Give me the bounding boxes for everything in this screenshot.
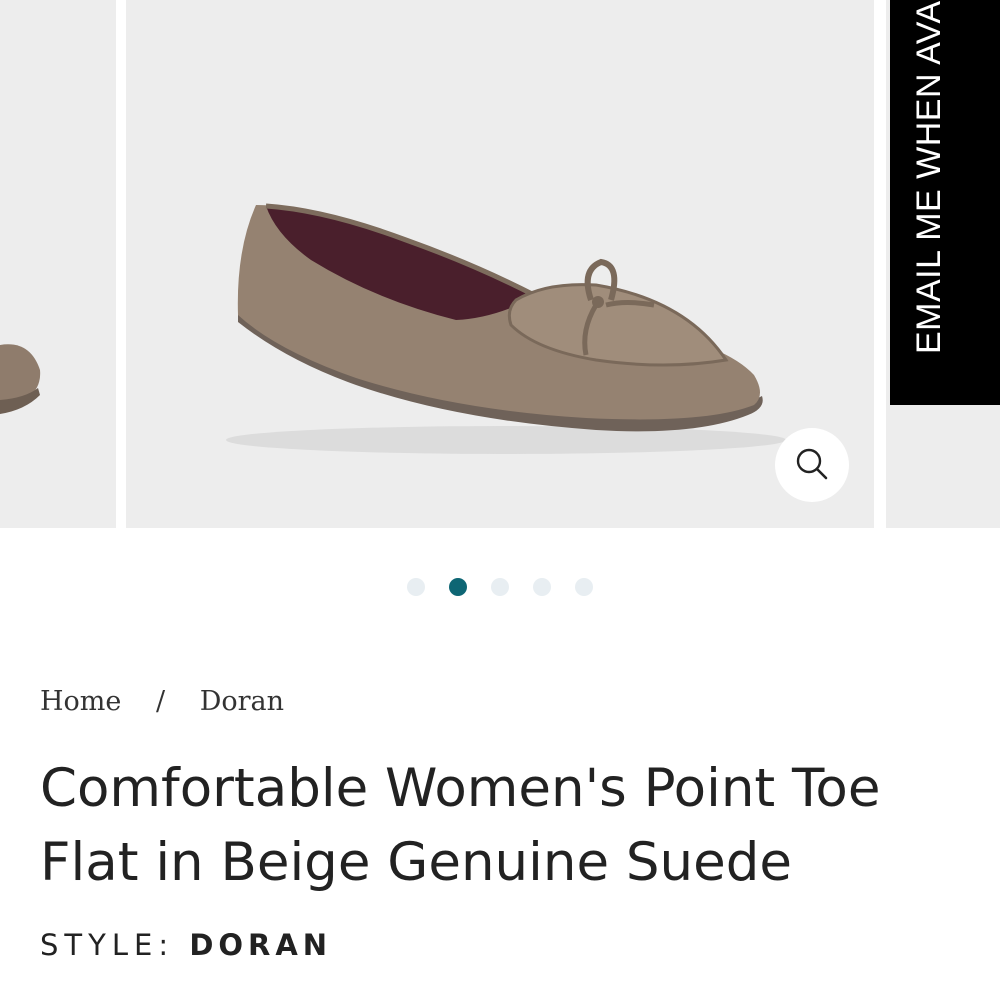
shoe-image-partial [0, 344, 41, 414]
breadcrumb: Home / Doran [40, 686, 284, 717]
shoe-image [226, 203, 786, 454]
email-tab-label: EMAIL ME WHEN AVA [910, 0, 948, 354]
email-me-when-available-button[interactable]: EMAIL ME WHEN AVA [890, 0, 1000, 405]
breadcrumb-home-link[interactable]: Home [40, 686, 121, 717]
gallery-pagination [0, 578, 1000, 598]
gallery-slide-main[interactable] [126, 0, 874, 528]
breadcrumb-current: Doran [199, 686, 284, 717]
style-value: DORAN [189, 928, 333, 962]
product-style: STYLE: DORAN [40, 928, 332, 962]
gallery-slide-previous[interactable] [0, 0, 116, 528]
product-title: Comfortable Women's Point Toe Flat in Be… [40, 758, 881, 893]
gallery-dot[interactable] [575, 578, 593, 596]
breadcrumb-separator: / [155, 686, 166, 717]
zoom-button[interactable] [775, 428, 849, 502]
product-image-gallery[interactable]: EMAIL ME WHEN AVA [0, 0, 1000, 528]
style-label: STYLE: [40, 928, 175, 962]
gallery-dot[interactable] [407, 578, 425, 596]
gallery-dot[interactable] [491, 578, 509, 596]
gallery-dot-active[interactable] [449, 578, 467, 596]
search-icon [794, 446, 830, 485]
gallery-dot[interactable] [533, 578, 551, 596]
